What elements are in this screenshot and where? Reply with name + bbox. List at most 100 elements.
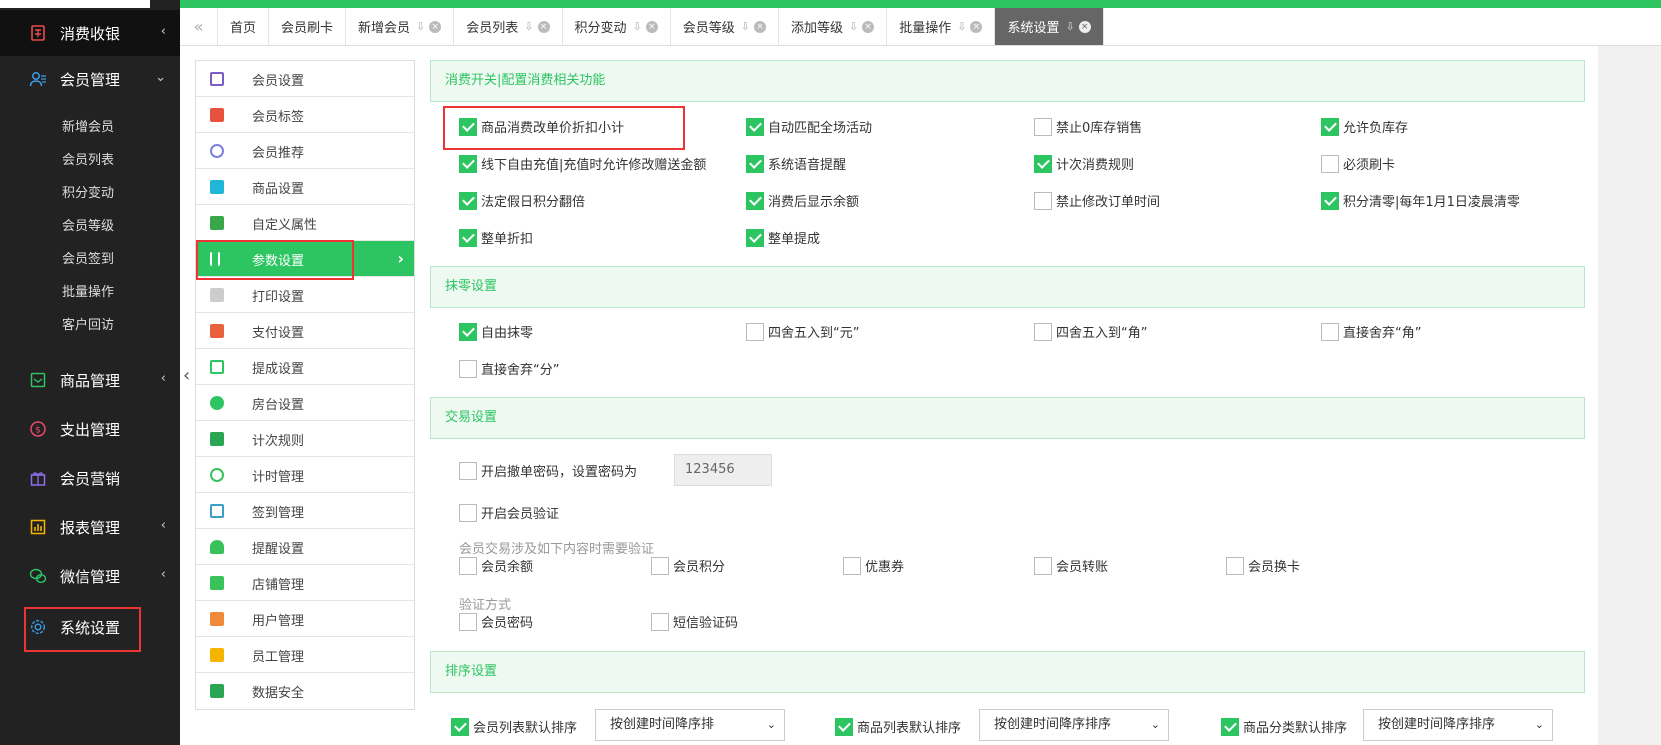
checkbox-drop-jiao[interactable]: 直接舍弃“角” — [1321, 322, 1421, 341]
checkbox-box[interactable] — [459, 154, 477, 173]
tab-member-card[interactable]: 会员刷卡 — [269, 8, 347, 45]
sidebar-group-expense[interactable]: $ 支出管理 — [0, 406, 180, 452]
sidebar-item-batch[interactable]: 批量操作 — [62, 281, 114, 300]
checkbox-box[interactable] — [746, 117, 764, 136]
tab-home[interactable]: 首页 — [218, 8, 270, 45]
pin-icon[interactable]: ⇩ — [633, 20, 642, 33]
checkbox-sort-member[interactable]: 会员列表默认排序 — [451, 717, 577, 736]
checkbox-box[interactable] — [746, 154, 764, 173]
menu-item-member-tags[interactable]: 会员标签 — [196, 97, 414, 133]
tab-new-member[interactable]: 新增会员 ⇩ × — [346, 8, 455, 45]
checkbox-box[interactable] — [1034, 556, 1052, 575]
select-sort-member[interactable]: 按创建时间降序排 ⌄ — [595, 709, 785, 741]
checkbox-sort-goods[interactable]: 商品列表默认排序 — [835, 717, 961, 736]
checkbox-box[interactable] — [746, 228, 764, 247]
checkbox-box[interactable] — [1226, 556, 1244, 575]
checkbox-negative-stock[interactable]: 允许负库存 — [1321, 117, 1408, 136]
checkbox-box[interactable] — [459, 461, 477, 480]
checkbox-box[interactable] — [1221, 717, 1239, 736]
pin-icon[interactable]: ⇩ — [1065, 20, 1074, 33]
sidebar-group-cashier[interactable]: 消费收银 ‹ — [0, 10, 180, 56]
tab-add-level[interactable]: 添加等级 ⇩ × — [779, 8, 888, 45]
checkbox-sort-category[interactable]: 商品分类默认排序 — [1221, 717, 1347, 736]
checkbox-show-balance[interactable]: 消费后显示余额 — [746, 191, 859, 210]
checkbox-box[interactable] — [651, 612, 669, 631]
close-icon[interactable]: × — [537, 20, 550, 33]
checkbox-box[interactable] — [1034, 154, 1052, 173]
checkbox-box[interactable] — [843, 556, 861, 575]
sidebar-group-marketing[interactable]: 会员营销 — [0, 455, 180, 501]
checkbox-points-reset[interactable]: 积分清零|每年1月1日凌晨清零 — [1321, 191, 1520, 210]
checkbox-drop-fen[interactable]: 直接舍弃“分” — [459, 359, 559, 378]
checkbox-count-rule[interactable]: 计次消费规则 — [1034, 154, 1134, 173]
menu-item-custom-attributes[interactable]: 自定义属性 — [196, 205, 414, 241]
menu-item-staff[interactable]: 员工管理 — [196, 637, 414, 673]
close-icon[interactable]: × — [862, 20, 875, 33]
tab-batch[interactable]: 批量操作 ⇩ × — [887, 8, 996, 45]
checkbox-box[interactable] — [459, 322, 477, 341]
sidebar-item-revisit[interactable]: 客户回访 — [62, 314, 114, 333]
menu-item-count-rules[interactable]: 计次规则 — [196, 421, 414, 457]
close-icon[interactable]: × — [970, 20, 983, 33]
checkbox-verify-coupon[interactable]: 优惠券 — [843, 556, 904, 575]
checkbox-auto-match[interactable]: 自动匹配全场活动 — [746, 117, 872, 136]
menu-item-users[interactable]: 用户管理 — [196, 601, 414, 637]
checkbox-box[interactable] — [746, 191, 764, 210]
menu-item-print-settings[interactable]: 打印设置 — [196, 277, 414, 313]
checkbox-verify-card-swap[interactable]: 会员换卡 — [1226, 556, 1300, 575]
checkbox-box[interactable] — [459, 612, 477, 631]
close-icon[interactable]: × — [1078, 20, 1091, 33]
cancel-password-input[interactable]: 123456 — [674, 454, 772, 486]
pin-icon[interactable]: ⇩ — [741, 20, 750, 33]
checkbox-voice-reminder[interactable]: 系统语音提醒 — [746, 154, 846, 173]
checkbox-cancel-password[interactable]: 开启撤单密码，设置密码为 — [459, 461, 637, 480]
sidebar-item-new-member[interactable]: 新增会员 — [62, 116, 114, 135]
tab-points[interactable]: 积分变动 ⇩ × — [563, 8, 671, 45]
sidebar-group-wechat[interactable]: 微信管理 ‹ — [0, 553, 180, 599]
close-icon[interactable]: × — [429, 20, 442, 33]
checkbox-verify-balance[interactable]: 会员余额 — [459, 556, 533, 575]
menu-item-store[interactable]: 店铺管理 — [196, 565, 414, 601]
menu-item-member-referral[interactable]: 会员推荐 — [196, 133, 414, 169]
sidebar-item-signin[interactable]: 会员签到 — [62, 248, 114, 267]
checkbox-box[interactable] — [459, 503, 477, 522]
checkbox-box[interactable] — [1034, 322, 1052, 341]
checkbox-box[interactable] — [746, 322, 764, 341]
checkbox-box[interactable] — [1034, 191, 1052, 210]
checkbox-member-verify[interactable]: 开启会员验证 — [459, 503, 559, 522]
checkbox-order-commission[interactable]: 整单提成 — [746, 228, 820, 247]
checkbox-box[interactable] — [651, 556, 669, 575]
menu-item-room-settings[interactable]: 房台设置 — [196, 385, 414, 421]
menu-item-commission-settings[interactable]: 提成设置 — [196, 349, 414, 385]
checkbox-box[interactable] — [1321, 117, 1339, 136]
checkbox-box[interactable] — [1321, 154, 1339, 173]
checkbox-forbid-edit-time[interactable]: 禁止修改订单时间 — [1034, 191, 1160, 210]
checkbox-round-yuan[interactable]: 四舍五入到“元” — [746, 322, 859, 341]
checkbox-box[interactable] — [835, 717, 853, 736]
checkbox-box[interactable] — [459, 556, 477, 575]
checkbox-verify-transfer[interactable]: 会员转账 — [1034, 556, 1108, 575]
checkbox-holiday-points[interactable]: 法定假日积分翻倍 — [459, 191, 585, 210]
sidebar-item-levels[interactable]: 会员等级 — [62, 215, 114, 234]
select-sort-category[interactable]: 按创建时间降序排序 ⌄ — [1363, 709, 1553, 741]
pin-icon[interactable]: ⇩ — [849, 20, 858, 33]
select-sort-goods[interactable]: 按创建时间降序排序 ⌄ — [979, 709, 1169, 741]
tab-levels[interactable]: 会员等级 ⇩ × — [671, 8, 779, 45]
sidebar-group-members[interactable]: 会员管理 ⌄ — [0, 56, 180, 102]
checkbox-box[interactable] — [459, 359, 477, 378]
checkbox-box[interactable] — [1321, 322, 1339, 341]
tab-member-list[interactable]: 会员列表 ⇩ × — [454, 8, 563, 45]
double-chevron-left-icon[interactable]: « — [180, 8, 218, 45]
checkbox-forbid-zero-stock[interactable]: 禁止0库存销售 — [1034, 117, 1142, 136]
checkbox-box[interactable] — [459, 191, 477, 210]
pin-icon[interactable]: ⇩ — [416, 20, 425, 33]
sidebar-group-report[interactable]: 报表管理 ‹ — [0, 504, 180, 550]
checkbox-round-jiao[interactable]: 四舍五入到“角” — [1034, 322, 1147, 341]
checkbox-order-discount[interactable]: 整单折扣 — [459, 228, 533, 247]
checkbox-verify-points[interactable]: 会员积分 — [651, 556, 725, 575]
checkbox-box[interactable] — [451, 717, 469, 736]
checkbox-method-sms[interactable]: 短信验证码 — [651, 612, 738, 631]
menu-item-payment-settings[interactable]: 支付设置 — [196, 313, 414, 349]
sidebar-group-goods[interactable]: 商品管理 ‹ — [0, 357, 180, 403]
pin-icon[interactable]: ⇩ — [524, 20, 533, 33]
